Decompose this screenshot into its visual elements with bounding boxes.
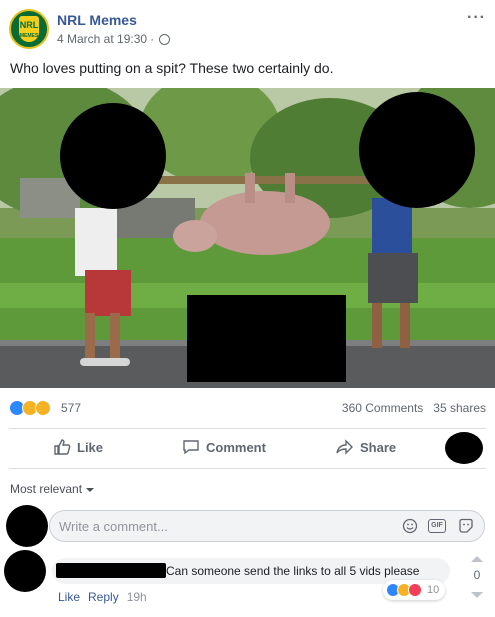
more-options-button[interactable]: ··· — [467, 9, 486, 27]
comment-input[interactable] — [59, 511, 379, 541]
comment-time[interactable]: 19h — [127, 590, 147, 604]
logo-subtext: MEMES — [19, 33, 39, 39]
redacted-name — [56, 563, 166, 578]
reply-avatar — [4, 550, 46, 592]
love-icon — [408, 583, 422, 597]
vote-count: 0 — [473, 568, 481, 582]
comment-reaction-count: 10 — [427, 584, 440, 596]
commenter-avatar — [6, 505, 48, 547]
share-label: Share — [360, 439, 397, 455]
gif-icon[interactable]: GIF — [428, 519, 446, 533]
post-photo[interactable] — [0, 88, 495, 388]
comment-icon — [183, 440, 199, 455]
comment-like-link[interactable]: Like — [58, 590, 80, 604]
comment-vote: 0 — [468, 556, 486, 598]
shares-count[interactable]: 35 shares — [433, 401, 486, 415]
reaction-icons[interactable] — [9, 400, 51, 416]
reaction-count[interactable]: 577 — [61, 401, 81, 415]
comments-shares: 360 Comments 35 shares — [342, 401, 486, 415]
post-meta: 4 March at 19:30 · — [57, 32, 171, 46]
comment-label: Comment — [206, 439, 266, 455]
logo-text: NRL — [19, 20, 39, 30]
share-icon — [336, 439, 353, 455]
sort-label: Most relevant — [10, 482, 83, 496]
comment-text: Can someone send the links to all 5 vids… — [166, 564, 420, 578]
share-button[interactable]: Share — [336, 438, 396, 456]
emoji-icon[interactable] — [402, 518, 418, 534]
comment-reply-link[interactable]: Reply — [88, 590, 119, 604]
redacted-avatar — [445, 432, 483, 464]
post-header: NRL MEMES NRL Memes 4 March at 19:30 · ·… — [9, 9, 486, 53]
meta-separator: · — [150, 32, 155, 46]
page-name[interactable]: NRL Memes — [57, 12, 137, 28]
chevron-down-icon — [86, 487, 95, 492]
comments-count[interactable]: 360 Comments — [342, 401, 423, 415]
comment-composer[interactable]: GIF — [49, 510, 485, 542]
globe-icon[interactable] — [159, 33, 171, 45]
photo-illustration — [0, 88, 495, 388]
comment-sort-dropdown[interactable]: Most relevant — [10, 482, 95, 496]
divider — [9, 428, 486, 429]
sticker-icon[interactable] — [458, 518, 474, 534]
like-button[interactable]: Like — [53, 438, 103, 456]
upvote-icon[interactable] — [471, 556, 483, 562]
wow-icon — [35, 400, 51, 416]
downvote-icon[interactable] — [471, 592, 483, 598]
divider — [9, 468, 486, 469]
post-caption: Who loves putting on a spit? These two c… — [10, 60, 334, 76]
thumbs-up-icon — [54, 439, 71, 455]
post-timestamp[interactable]: 4 March at 19:30 — [57, 32, 147, 46]
post-stats: 577 360 Comments 35 shares — [9, 398, 486, 418]
comment-reactions[interactable]: 10 — [383, 580, 446, 600]
comment-actions: Like Reply 19h — [58, 590, 147, 604]
page-avatar[interactable]: NRL MEMES — [9, 9, 49, 49]
comment-button[interactable]: Comment — [182, 438, 266, 456]
action-bar: Like Comment Share — [9, 430, 486, 466]
like-label: Like — [77, 439, 104, 455]
